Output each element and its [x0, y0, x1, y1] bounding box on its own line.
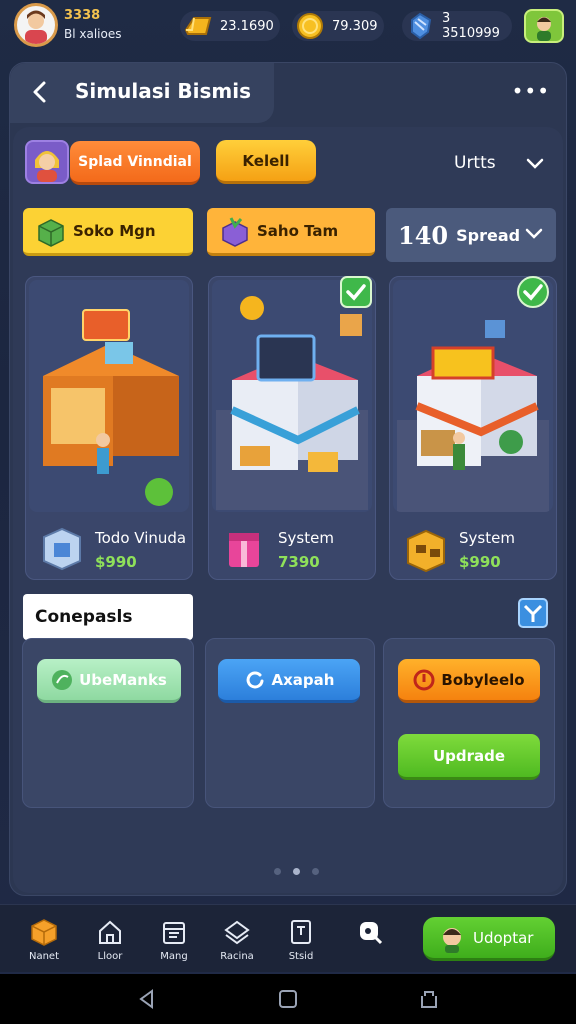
bobyleelo-label: Bobyleelo	[441, 670, 525, 689]
nav-item-racina[interactable]: Racina	[207, 905, 267, 969]
character-avatar-icon	[443, 928, 461, 953]
recent-apps-icon[interactable]	[418, 988, 440, 1010]
store-name: Todo Vinuda	[95, 529, 187, 547]
player-subtitle: Bl xalioes	[64, 27, 122, 41]
green-box-icon	[38, 219, 64, 247]
spread-number: 140	[398, 220, 449, 250]
system-navigation-bar	[0, 974, 576, 1024]
nav-item-nanet[interactable]: Nanet	[14, 905, 74, 969]
phone-avatar-icon	[537, 17, 551, 41]
upgrade-button[interactable]: Updrade	[398, 734, 540, 780]
package-icon	[43, 527, 81, 571]
tab-soko-mgn-label: Soko Mgn	[73, 221, 156, 240]
nav-label: Nanet	[28, 951, 60, 962]
calendar-icon	[163, 922, 185, 944]
gift-box-icon	[229, 533, 259, 567]
page-dot[interactable]	[312, 868, 319, 875]
store-price: 7390	[278, 553, 320, 571]
store-name: System	[459, 529, 515, 547]
home-icon	[99, 920, 121, 944]
store-name: System	[278, 529, 334, 547]
axapah-label: Axapah	[271, 670, 335, 689]
gold-bar-icon	[184, 17, 212, 35]
nav-label: Lloor	[97, 951, 123, 962]
gem-value: 3 3510999	[442, 11, 500, 41]
store-price: $990	[95, 553, 137, 571]
update-button[interactable]: Udoptar	[423, 917, 555, 961]
ubemanks-label: UbeManks	[79, 670, 167, 689]
ubemanks-button[interactable]: UbeManks	[37, 659, 181, 703]
tab-saho-tam[interactable]: Saho Tam	[207, 208, 375, 256]
store-card[interactable]: Todo Vinuda $990	[25, 276, 193, 580]
leaf-icon	[52, 669, 73, 690]
player-portrait-icon	[25, 10, 47, 44]
gem-icon	[411, 12, 432, 40]
document-icon	[291, 920, 311, 944]
filter-badge-icon[interactable]	[518, 598, 548, 628]
gold-value: 23.1690	[220, 18, 274, 34]
profile-phone-button[interactable]	[524, 9, 564, 43]
axapah-button[interactable]: Axapah	[218, 659, 360, 703]
tab-saho-tam-label: Saho Tam	[257, 221, 339, 240]
search-icon	[360, 922, 383, 945]
chevron-down-icon[interactable]	[525, 154, 545, 174]
kiosk-stall-icon	[43, 309, 179, 506]
store-illustration	[393, 280, 553, 512]
bobyleelo-button[interactable]: Bobyleelo	[398, 659, 540, 703]
virtual-spread-button[interactable]: Splad Vinndial	[70, 141, 200, 185]
coin-counter[interactable]: 79.309	[292, 11, 384, 41]
top-status-bar: 3338 Bl xalioes 23.1690 79.309 3 3510999	[0, 0, 576, 56]
purple-box-icon	[222, 217, 248, 247]
store-illustration	[29, 280, 189, 512]
store-illustration	[212, 280, 372, 512]
back-triangle-icon[interactable]	[136, 988, 158, 1010]
box-icon	[31, 919, 57, 946]
page-dot[interactable]	[274, 868, 281, 875]
store-price: $990	[459, 553, 501, 571]
nav-item-mang[interactable]: Mang	[144, 905, 204, 969]
more-options-icon[interactable]: •••	[512, 81, 550, 101]
nav-label: Stsid	[288, 951, 314, 962]
gem-counter[interactable]: 3 3510999	[402, 11, 512, 41]
kelei-button[interactable]: Kelell	[216, 140, 316, 184]
crate-icon	[407, 529, 445, 573]
home-square-icon[interactable]	[277, 988, 299, 1010]
coin-icon	[297, 13, 323, 39]
coin-value: 79.309	[332, 18, 378, 34]
market-shop-icon	[397, 320, 549, 512]
store-card[interactable]: System 7390	[208, 276, 376, 580]
nav-item-stsid[interactable]: Stsid	[271, 905, 331, 969]
urtts-dropdown-label[interactable]: Urtts	[454, 153, 496, 173]
merchant-avatar[interactable]	[25, 140, 69, 184]
nav-label: Mang	[160, 951, 188, 962]
nav-item-search[interactable]	[340, 905, 400, 969]
gold-counter[interactable]: 23.1690	[180, 11, 280, 41]
page-dot-active[interactable]	[293, 868, 300, 875]
spread-label: Spread	[456, 225, 521, 245]
spread-chevron-down-icon[interactable]	[524, 224, 544, 244]
page-title: Simulasi Bismis	[75, 79, 252, 103]
player-level: 3338	[64, 8, 101, 23]
update-label: Udoptar	[473, 928, 534, 947]
bottom-navigation: Nanet Lloor Mang Racina Stsid Udoptar	[0, 904, 576, 972]
checkmark-badge-icon	[517, 276, 549, 308]
page-indicator	[274, 868, 319, 875]
nav-label: Racina	[220, 951, 254, 962]
section-label: Conepasls	[23, 594, 193, 640]
store-card[interactable]: System $990	[389, 276, 557, 580]
tab-soko-mgn[interactable]: Soko Mgn	[23, 208, 193, 256]
player-avatar[interactable]	[14, 3, 58, 47]
checkmark-badge-icon	[340, 276, 372, 308]
alert-icon	[413, 669, 435, 690]
merchant-portrait-icon	[35, 151, 59, 182]
back-arrow-icon[interactable]	[28, 79, 54, 105]
nav-item-lloor[interactable]: Lloor	[80, 905, 140, 969]
shop-building-icon	[216, 296, 368, 510]
refresh-icon	[246, 671, 264, 688]
layers-icon	[224, 920, 250, 945]
